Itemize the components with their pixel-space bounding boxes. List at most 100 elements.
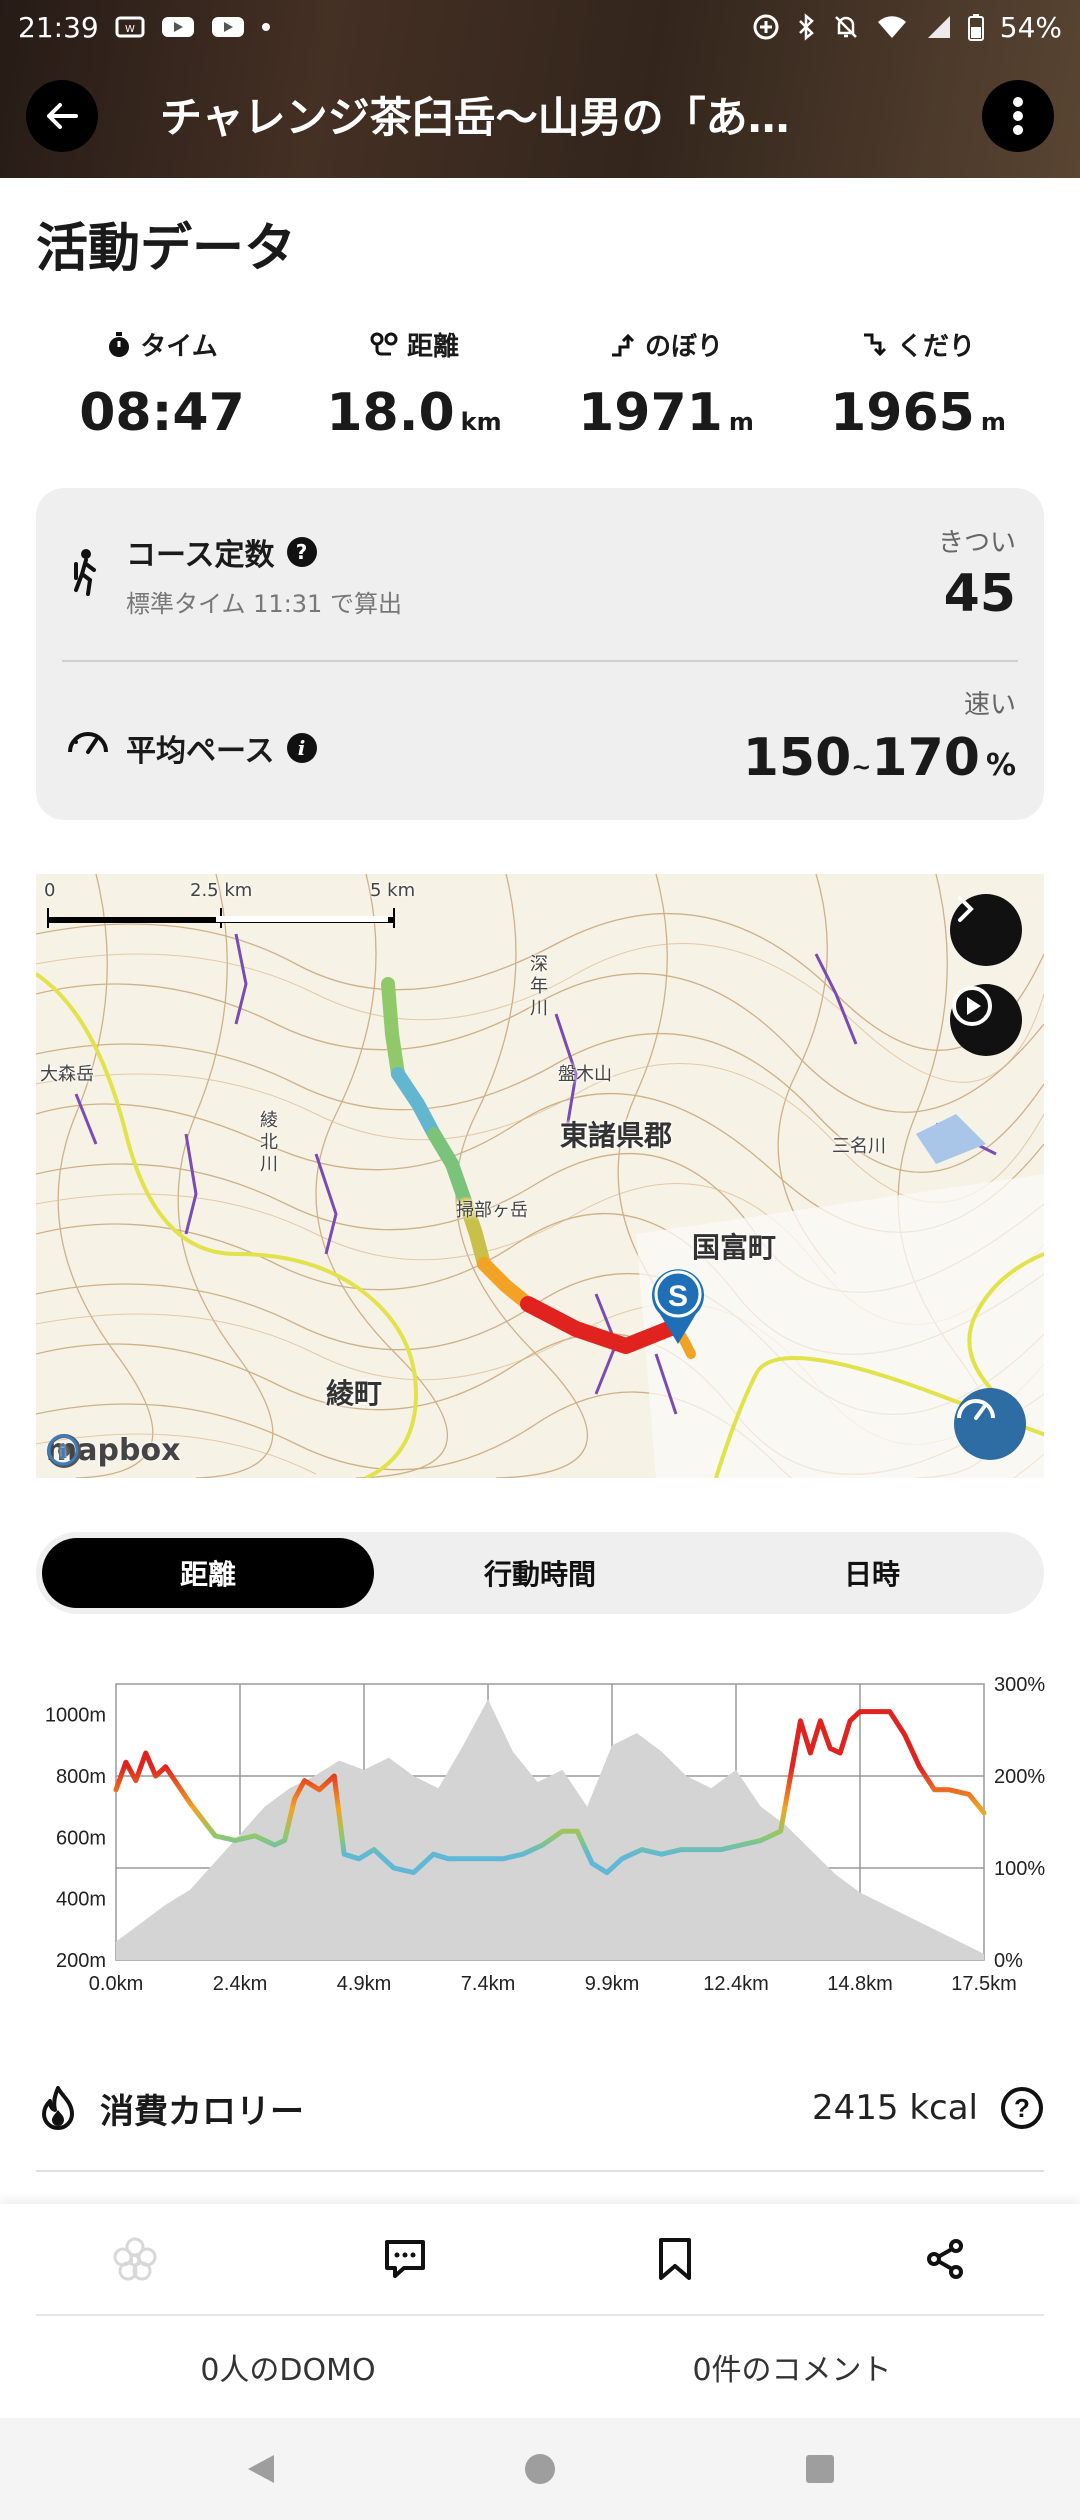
descent-icon bbox=[863, 333, 887, 356]
nav-recents-icon[interactable] bbox=[800, 2449, 840, 2489]
stat-value: 1965 bbox=[830, 383, 975, 443]
pace-level-label: 速い bbox=[963, 690, 1016, 720]
y-left-tick-label: 1000m bbox=[45, 1705, 106, 1727]
battery-percent: 54% bbox=[999, 10, 1062, 44]
stat-unit: km bbox=[460, 408, 502, 436]
pace-unit: % bbox=[985, 748, 1016, 783]
stat-unit: m bbox=[980, 408, 1006, 436]
x-tick-label: 17.5km bbox=[951, 1973, 1017, 1995]
scale-label: 5 km bbox=[370, 880, 416, 901]
chart-axis-tabs: 距離 行動時間 日時 bbox=[36, 1532, 1044, 1614]
flame-icon bbox=[42, 2086, 74, 2130]
wifi-icon bbox=[876, 14, 908, 40]
arrow-left-icon bbox=[47, 103, 78, 129]
course-constant-label: コース定数 bbox=[126, 538, 275, 573]
pace-range-value: 150~170% bbox=[743, 728, 1016, 788]
x-tick-label: 4.9km bbox=[337, 1973, 391, 1995]
battery-icon bbox=[967, 13, 984, 41]
info-icon[interactable]: i bbox=[46, 1433, 80, 1467]
scale-label: 0 bbox=[44, 880, 56, 901]
stat-value: 1971 bbox=[578, 383, 723, 443]
stat-ascent: のぼり 1971 m bbox=[540, 326, 792, 456]
bookmark-button[interactable] bbox=[540, 2204, 810, 2314]
more-vertical-icon bbox=[1013, 97, 1023, 135]
data-saver-icon bbox=[752, 13, 780, 41]
activity-stats: タイム 08:47 距離 18.0 km のぼり 1971 m くだり 1965 m bbox=[36, 326, 1044, 456]
start-marker-label: S bbox=[668, 1280, 688, 1313]
map-place-label: 国富町 bbox=[692, 1231, 777, 1264]
back-button[interactable] bbox=[26, 80, 98, 152]
tab-distance[interactable]: 距離 bbox=[42, 1538, 374, 1608]
page-title: チャレンジ茶臼岳〜山男の「あ… bbox=[160, 93, 790, 142]
more-options-button[interactable] bbox=[982, 80, 1054, 152]
info-icon[interactable]: i bbox=[286, 733, 317, 763]
divider bbox=[36, 2170, 1044, 2172]
elevation-area bbox=[116, 1699, 984, 1960]
stat-label: のぼり bbox=[644, 332, 723, 362]
bookmark-icon bbox=[659, 2238, 691, 2280]
standard-time-note: 標準タイム 11:31 で算出 bbox=[126, 590, 402, 618]
calories-value: 2415 kcal bbox=[812, 2088, 978, 2128]
share-icon bbox=[927, 2239, 963, 2279]
tab-datetime[interactable]: 日時 bbox=[706, 1538, 1038, 1608]
route-icon bbox=[370, 332, 398, 355]
pace-high: 170 bbox=[871, 728, 980, 788]
stat-value: 08:47 bbox=[79, 383, 245, 443]
help-icon[interactable]: ? bbox=[1000, 2086, 1044, 2130]
svg-text:?: ? bbox=[1014, 2093, 1030, 2123]
y-axis-left: 1000m 800m 600m 400m 200m bbox=[45, 1705, 106, 1972]
domo-count[interactable]: 0人のDOMO bbox=[36, 2316, 540, 2418]
map-place-label: 深年川 bbox=[530, 954, 548, 1019]
map-next-button[interactable] bbox=[950, 894, 1022, 966]
y-right-tick-label: 100% bbox=[994, 1858, 1045, 1880]
average-pace-label: 平均ペース bbox=[126, 734, 275, 769]
stat-time: タイム 08:47 bbox=[36, 326, 288, 456]
notification-app-icon: W bbox=[115, 14, 145, 40]
more-notifications-dot-icon bbox=[261, 22, 271, 32]
map-place-label: 東諸県郡 bbox=[560, 1119, 673, 1152]
comment-count[interactable]: 0件のコメント bbox=[540, 2316, 1044, 2418]
mute-icon bbox=[832, 13, 860, 41]
map-place-label: 綾町 bbox=[326, 1377, 383, 1410]
mapbox-attribution[interactable]: mapbox i bbox=[46, 1433, 180, 1468]
system-nav-bar bbox=[0, 2418, 1080, 2520]
y-left-tick-label: 200m bbox=[56, 1950, 106, 1972]
y-left-tick-label: 800m bbox=[56, 1766, 106, 1788]
speedometer-icon bbox=[68, 732, 108, 754]
stat-descent: くだり 1965 m bbox=[792, 326, 1044, 456]
nav-back-icon[interactable] bbox=[240, 2449, 280, 2489]
nav-home-icon[interactable] bbox=[520, 2449, 560, 2489]
signal-icon bbox=[924, 14, 952, 40]
svg-text:W: W bbox=[125, 24, 135, 35]
x-tick-label: 0.0km bbox=[89, 1973, 143, 1995]
elevation-pace-chart: 1000m 800m 600m 400m 200m 300% 200% 100% 0% 0.0… bbox=[45, 1674, 1046, 1995]
y-right-tick-label: 0% bbox=[994, 1950, 1023, 1972]
y-left-tick-label: 400m bbox=[56, 1889, 106, 1911]
tab-active-time[interactable]: 行動時間 bbox=[374, 1538, 706, 1608]
section-title: 活動データ bbox=[36, 219, 297, 279]
play-circle-icon bbox=[952, 986, 992, 1026]
bottom-action-bar: D 0人のDOMO 0件のコメント bbox=[0, 2204, 1080, 2520]
comment-button[interactable] bbox=[270, 2204, 540, 2314]
x-tick-label: 9.9km bbox=[585, 1973, 639, 1995]
x-axis: 0.0km 2.4km 4.9km 7.4km 9.9km 12.4km 14.8km 17.… bbox=[89, 1973, 1017, 1995]
map-play-button[interactable] bbox=[950, 984, 1022, 1056]
stat-label: 距離 bbox=[406, 332, 459, 362]
svg-text:i: i bbox=[59, 1439, 67, 1463]
route-map[interactable]: S 0 2.5 km 5 km 東諸県郡 国富町 綾町 大森岳 盤木山 綾北川 … bbox=[36, 874, 1044, 1478]
share-button[interactable] bbox=[810, 2204, 1080, 2314]
domo-button[interactable]: D bbox=[0, 2204, 270, 2314]
stat-distance: 距離 18.0 km bbox=[288, 326, 540, 456]
youtube-icon bbox=[211, 14, 245, 40]
bluetooth-icon bbox=[796, 13, 816, 41]
header: 21:39 W 54% チャレンジ茶臼岳〜山男の「あ… bbox=[0, 0, 1080, 178]
course-difficulty-label: きつい bbox=[937, 528, 1016, 558]
course-constant-value: 45 bbox=[943, 564, 1016, 624]
help-icon[interactable]: ? bbox=[286, 537, 317, 567]
x-tick-label: 12.4km bbox=[703, 1973, 769, 1995]
app-bar: チャレンジ茶臼岳〜山男の「あ… bbox=[0, 70, 1080, 162]
y-right-tick-label: 300% bbox=[994, 1674, 1045, 1696]
map-pace-button[interactable] bbox=[954, 1388, 1026, 1460]
scale-label: 2.5 km bbox=[190, 880, 253, 901]
ascent-icon bbox=[611, 333, 635, 356]
